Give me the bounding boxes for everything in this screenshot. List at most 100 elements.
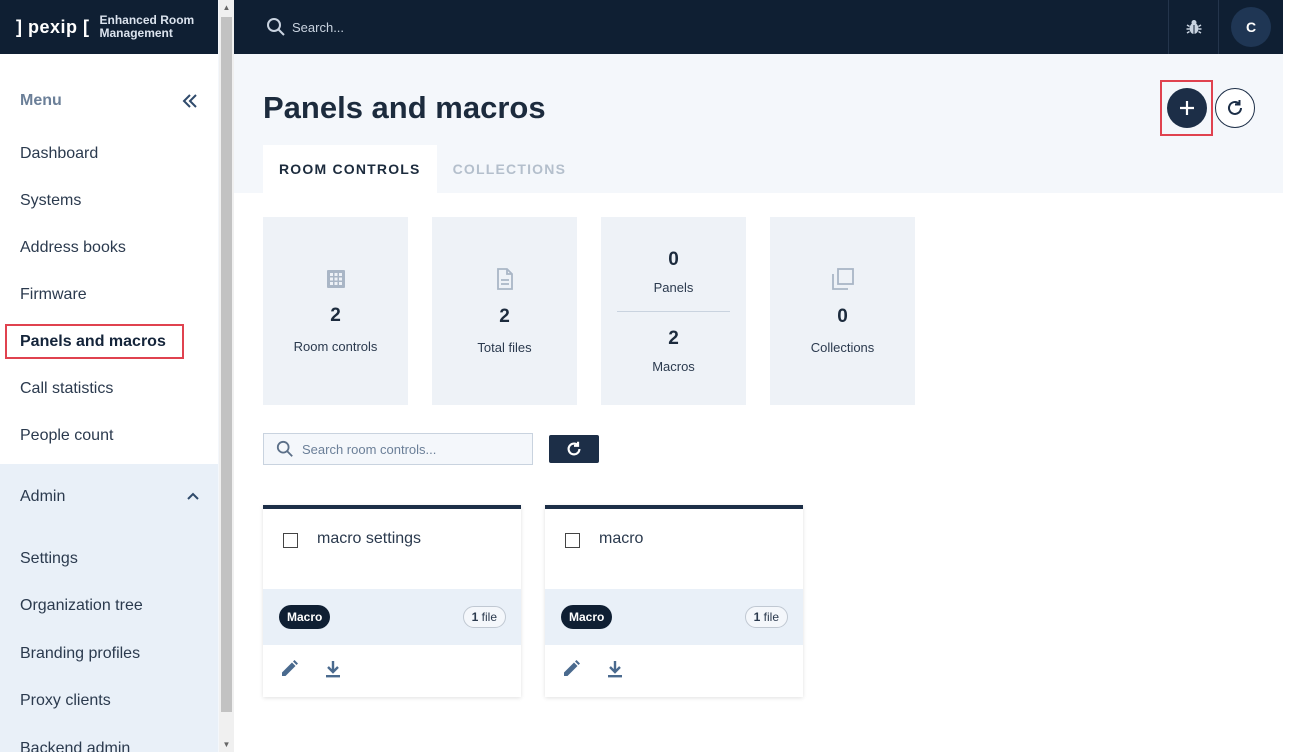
bug-icon [1186, 20, 1201, 34]
room-controls-search-input[interactable]: Search room controls... [263, 433, 533, 465]
tab-room-controls[interactable]: ROOM CONTROLS [263, 145, 437, 193]
card-meta: Macro 1 file [545, 589, 803, 645]
scroll-down-arrow-icon[interactable]: ▼ [219, 737, 234, 752]
download-icon [608, 660, 622, 677]
card-title[interactable]: macro settings [317, 530, 421, 548]
card-title[interactable]: macro [599, 530, 643, 548]
page-header: Panels and macros ROOM CONTROLS COLLECTI… [234, 54, 1283, 193]
global-search-input[interactable]: Search... [292, 20, 344, 35]
edit-button[interactable] [561, 659, 581, 684]
sidebar-item-firmware[interactable]: Firmware [0, 271, 218, 318]
stats-row: 2 Room controls 2 Total files 0 Panels 2… [263, 217, 915, 405]
top-bar: Search... C [234, 0, 1283, 54]
sidebar-item-dashboard[interactable]: Dashboard [0, 130, 218, 177]
reload-list-button[interactable] [549, 435, 599, 463]
pexip-logo: ] pexip [ [16, 16, 90, 37]
stat-divider [617, 310, 730, 312]
card-actions [545, 645, 803, 697]
card-header: macro settings [263, 509, 521, 589]
pencil-icon [282, 659, 298, 676]
search-icon [276, 440, 293, 457]
room-control-card[interactable]: macro settings Macro 1 file [263, 505, 521, 697]
main-content: Panels and macros ROOM CONTROLS COLLECTI… [234, 54, 1283, 752]
sidebar: ] pexip [ Enhanced Room Management Menu … [0, 0, 218, 752]
refresh-button[interactable] [1215, 88, 1255, 128]
download-button[interactable] [605, 659, 625, 684]
scroll-up-arrow-icon[interactable]: ▲ [219, 0, 234, 15]
scroll-thumb[interactable] [221, 17, 232, 712]
stat-value: 2 [330, 304, 341, 326]
select-checkbox[interactable] [565, 533, 580, 548]
brand[interactable]: ] pexip [ Enhanced Room Management [0, 0, 218, 54]
sidebar-item-backend-admin[interactable]: Backend admin [0, 725, 218, 752]
file-icon [496, 267, 513, 290]
sidebar-item-call-statistics[interactable]: Call statistics [0, 365, 218, 412]
admin-list: Settings Organization tree Branding prof… [0, 535, 218, 752]
sidebar-item-systems[interactable]: Systems [0, 177, 218, 224]
menu-title: Menu [20, 92, 62, 109]
stat-collections: 0 Collections [770, 217, 915, 405]
global-search[interactable]: Search... [266, 17, 344, 37]
stat-value: 2 [499, 305, 510, 327]
search-icon [267, 18, 285, 36]
refresh-icon [567, 441, 581, 456]
stat-value: 0 [837, 305, 848, 327]
stat-value: 0 [668, 248, 679, 270]
admin-header[interactable]: Admin [0, 464, 218, 530]
card-actions [263, 645, 521, 697]
type-badge: Macro [561, 605, 613, 629]
admin-section: Admin Settings Organization tree Brandin… [0, 464, 218, 752]
sidebar-item-address-books[interactable]: Address books [0, 224, 218, 271]
top-bar-actions: C [1168, 0, 1283, 54]
sidebar-item-panels-and-macros[interactable]: Panels and macros [0, 318, 218, 365]
room-control-card[interactable]: macro Macro 1 file [545, 505, 803, 697]
refresh-icon [1228, 100, 1242, 115]
file-count-pill: 1 file [744, 606, 788, 628]
search-placeholder: Search room controls... [302, 441, 437, 457]
card-header: macro [545, 509, 803, 589]
stat-label: Room controls [293, 338, 378, 354]
pencil-icon [564, 659, 580, 676]
stat-label: Collections [810, 339, 875, 355]
sidebar-item-branding-profiles[interactable]: Branding profiles [0, 630, 218, 678]
double-chevron-left-icon[interactable] [180, 91, 200, 111]
user-menu[interactable]: C [1218, 0, 1283, 54]
avatar[interactable]: C [1231, 7, 1271, 47]
room-controls-search-row: Search room controls... [263, 433, 599, 465]
edit-button[interactable] [279, 659, 299, 684]
chevron-up-icon [186, 488, 200, 506]
brand-subtitle: Enhanced Room Management [99, 13, 195, 40]
admin-title: Admin [20, 488, 66, 505]
select-checkbox[interactable] [283, 533, 298, 548]
stat-total-files: 2 Total files [432, 217, 577, 405]
nav-list: Dashboard Systems Address books Firmware… [0, 130, 218, 459]
sidebar-item-organization-tree[interactable]: Organization tree [0, 583, 218, 631]
room-control-cards: macro settings Macro 1 file macro Macro … [263, 505, 803, 697]
tab-collections[interactable]: COLLECTIONS [437, 145, 583, 193]
stat-room-controls: 2 Room controls [263, 217, 408, 405]
menu-header: Menu [0, 91, 218, 111]
sidebar-item-proxy-clients[interactable]: Proxy clients [0, 678, 218, 726]
add-button-highlight [1160, 80, 1213, 136]
window-edge [1283, 0, 1300, 752]
page-title: Panels and macros [263, 90, 546, 125]
sidebar-item-people-count[interactable]: People count [0, 412, 218, 459]
download-button[interactable] [323, 659, 343, 684]
sidebar-scrollbar[interactable]: ▲ ▼ [219, 0, 234, 752]
stat-label: Total files [477, 339, 532, 355]
type-badge: Macro [279, 605, 331, 629]
download-icon [326, 660, 340, 677]
stat-panels-macros: 0 Panels 2 Macros [601, 217, 746, 405]
bug-report-button[interactable] [1168, 0, 1218, 54]
card-meta: Macro 1 file [263, 589, 521, 645]
file-count-pill: 1 file [462, 606, 506, 628]
stat-label: Panels [653, 279, 694, 295]
grid-icon [326, 269, 345, 288]
plus-icon [1179, 101, 1194, 115]
tab-bar: ROOM CONTROLS COLLECTIONS [263, 145, 582, 193]
add-button[interactable] [1166, 88, 1207, 128]
copy-icon [831, 267, 854, 290]
sidebar-item-settings[interactable]: Settings [0, 535, 218, 583]
stat-value: 2 [668, 327, 679, 349]
stat-label: Macros [652, 358, 695, 374]
